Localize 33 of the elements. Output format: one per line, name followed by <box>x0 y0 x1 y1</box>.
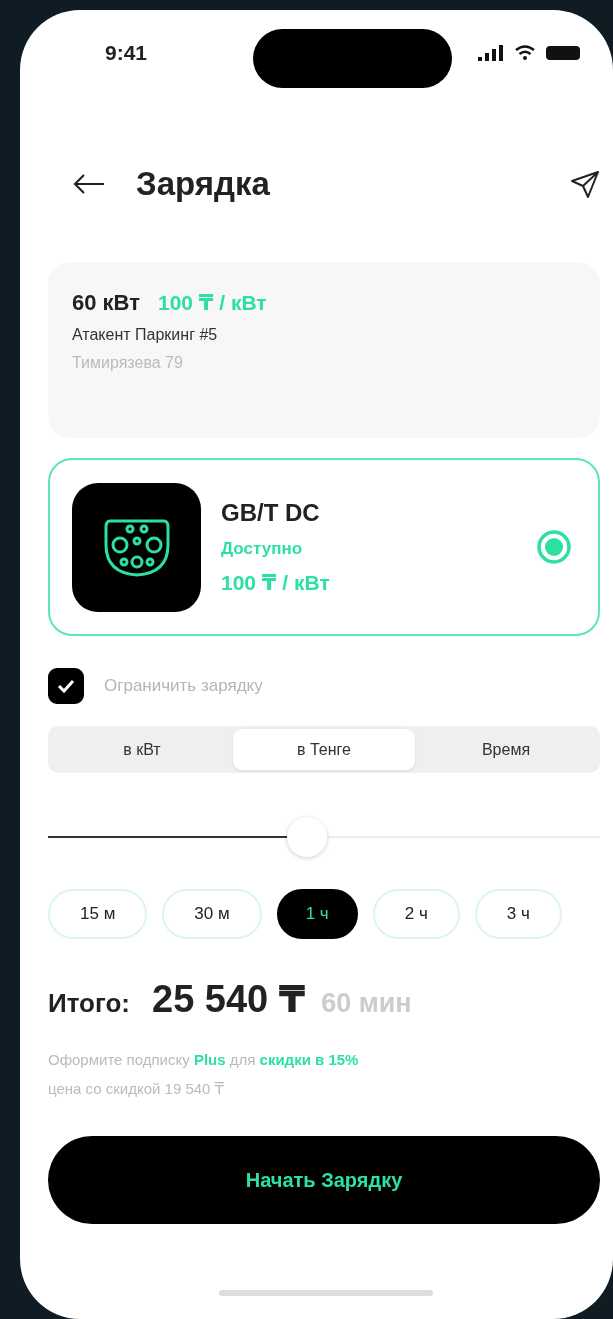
slider-thumb[interactable] <box>287 817 328 857</box>
battery-icon <box>546 45 580 61</box>
segment-tab[interactable]: в кВт <box>51 729 233 770</box>
duration-chip[interactable]: 1 ч <box>276 889 358 939</box>
total-label: Итого: <box>48 988 130 1019</box>
segment-tab[interactable]: в Тенге <box>233 729 415 770</box>
duration-chip[interactable]: 15 м <box>48 889 148 939</box>
total-amount: 25 540 ₸ <box>152 977 306 1021</box>
duration-chip[interactable]: 30 м <box>162 889 262 939</box>
station-address: Тимирязева 79 <box>72 354 184 372</box>
checkbox[interactable] <box>48 668 84 704</box>
station-price: 100 ₸ / кВт <box>157 291 267 315</box>
radio-button[interactable] <box>536 529 572 565</box>
check-icon <box>57 679 75 693</box>
start-charging-button[interactable]: Начать Зарядку <box>48 1136 600 1224</box>
back-arrow-icon[interactable] <box>72 172 106 196</box>
discount-price: цена со скидкой 19 540 ₸ <box>48 1080 226 1098</box>
duration-chip[interactable]: 2 ч <box>372 889 460 939</box>
connector-status: Доступно <box>221 539 304 559</box>
connector-price: 100 ₸ / кВт <box>221 571 331 595</box>
connector-name: GB/T DC <box>221 499 321 527</box>
signal-icon <box>478 45 504 61</box>
segment-tab[interactable]: Время <box>415 729 597 770</box>
station-power: 60 кВт <box>72 290 140 316</box>
wifi-icon <box>514 45 536 61</box>
connector-card[interactable]: GB/T DC Доступно 100 ₸ / кВт <box>48 458 600 636</box>
duration-chip[interactable]: 3 ч <box>474 889 562 939</box>
page-title: Зарядка <box>136 165 270 203</box>
promo-text: Оформите подписку Plus для скидки в 15% <box>48 1051 360 1068</box>
station-name: Атакент Паркинг #5 <box>72 326 219 344</box>
send-icon[interactable] <box>570 169 600 199</box>
checkbox-label: Ограничить зарядку <box>104 676 263 696</box>
status-time: 9:41 <box>105 41 148 65</box>
